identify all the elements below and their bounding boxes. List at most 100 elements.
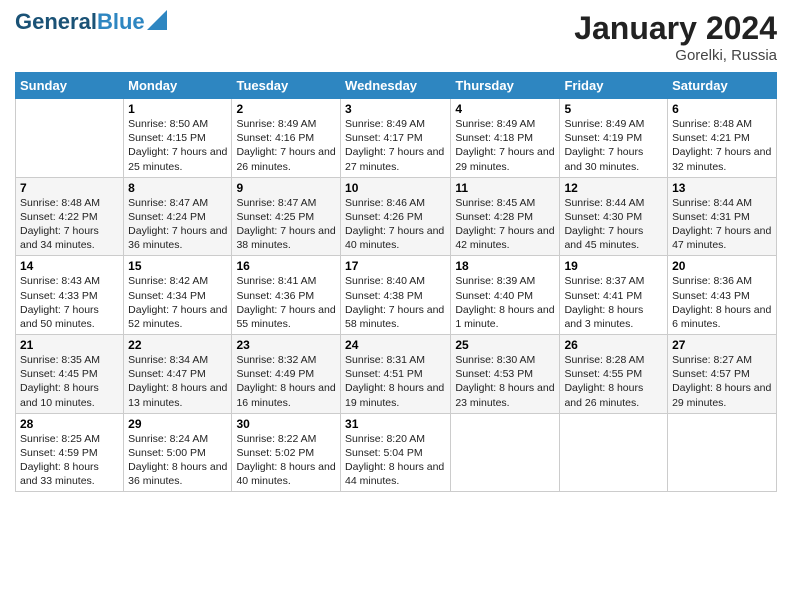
calendar-cell: 6 Sunrise: 8:48 AMSunset: 4:21 PMDaylight… (668, 99, 777, 178)
calendar-cell: 19Sunrise: 8:37 AMSunset: 4:41 PMDayligh… (560, 256, 668, 335)
date-number: 14 (20, 259, 119, 273)
date-number: 21 (20, 338, 119, 352)
date-number: 10 (345, 181, 446, 195)
date-number: 4 (455, 102, 555, 116)
title-block: January 2024 Gorelki, Russia (574, 10, 777, 64)
calendar-cell: 26 Sunrise: 8:28 AMSunset: 4:55 PMDayligh… (560, 335, 668, 414)
calendar-cell (451, 413, 560, 492)
header-tuesday: Tuesday (232, 73, 341, 99)
date-number: 6 (672, 102, 772, 116)
date-number: 5 (564, 102, 663, 116)
date-number: 16 (236, 259, 336, 273)
cell-info: Sunrise: 8:24 AMSunset: 5:00 PMDaylight:… (128, 433, 227, 488)
calendar-week-4: 28 Sunrise: 8:25 AMSunset: 4:59 PMDayligh… (16, 413, 777, 492)
calendar-title: January 2024 (574, 10, 777, 47)
header-monday: Monday (124, 73, 232, 99)
header-wednesday: Wednesday (341, 73, 451, 99)
logo: GeneralBlue (15, 10, 167, 34)
date-number: 25 (455, 338, 555, 352)
calendar-cell: 22 Sunrise: 8:34 AMSunset: 4:47 PMDayligh… (124, 335, 232, 414)
date-number: 7 (20, 181, 119, 195)
cell-info: Sunrise: 8:40 AMSunset: 4:38 PMDaylight:… (345, 275, 444, 330)
calendar-cell: 18Sunrise: 8:39 AMSunset: 4:40 PMDayligh… (451, 256, 560, 335)
header-friday: Friday (560, 73, 668, 99)
cell-info: Sunrise: 8:49 AMSunset: 4:18 PMDaylight:… (455, 118, 554, 173)
logo-text: GeneralBlue (15, 11, 145, 33)
calendar-cell: 24Sunrise: 8:31 AMSunset: 4:51 PMDayligh… (341, 335, 451, 414)
cell-info: Sunrise: 8:49 AMSunset: 4:16 PMDaylight:… (236, 118, 335, 173)
calendar-cell: 20Sunrise: 8:36 AMSunset: 4:43 PMDayligh… (668, 256, 777, 335)
date-number: 18 (455, 259, 555, 273)
date-number: 30 (236, 417, 336, 431)
date-number: 27 (672, 338, 772, 352)
calendar-cell: 4 Sunrise: 8:49 AMSunset: 4:18 PMDaylight… (451, 99, 560, 178)
page-container: GeneralBlue January 2024 Gorelki, Russia… (0, 0, 792, 502)
calendar-cell: 31 Sunrise: 8:20 AMSunset: 5:04 PMDayligh… (341, 413, 451, 492)
calendar-week-0: 1Sunrise: 8:50 AMSunset: 4:15 PMDaylight… (16, 99, 777, 178)
cell-info: Sunrise: 8:28 AMSunset: 4:55 PMDaylight:… (564, 354, 644, 409)
cell-info: Sunrise: 8:41 AMSunset: 4:36 PMDaylight:… (236, 275, 335, 330)
cell-info: Sunrise: 8:48 AMSunset: 4:22 PMDaylight:… (20, 197, 100, 252)
date-number: 13 (672, 181, 772, 195)
calendar-cell: 28 Sunrise: 8:25 AMSunset: 4:59 PMDayligh… (16, 413, 124, 492)
calendar-week-3: 21 Sunrise: 8:35 AMSunset: 4:45 PMDayligh… (16, 335, 777, 414)
cell-info: Sunrise: 8:36 AMSunset: 4:43 PMDaylight:… (672, 275, 771, 330)
cell-info: Sunrise: 8:48 AMSunset: 4:21 PMDaylight:… (672, 118, 771, 173)
cell-info: Sunrise: 8:43 AMSunset: 4:33 PMDaylight:… (20, 275, 100, 330)
calendar-cell: 15Sunrise: 8:42 AMSunset: 4:34 PMDayligh… (124, 256, 232, 335)
header-sunday: Sunday (16, 73, 124, 99)
header-saturday: Saturday (668, 73, 777, 99)
calendar-cell: 8Sunrise: 8:47 AMSunset: 4:24 PMDaylight… (124, 177, 232, 256)
cell-info: Sunrise: 8:46 AMSunset: 4:26 PMDaylight:… (345, 197, 444, 252)
cell-info: Sunrise: 8:27 AMSunset: 4:57 PMDaylight:… (672, 354, 771, 409)
date-number: 29 (128, 417, 227, 431)
cell-info: Sunrise: 8:44 AMSunset: 4:31 PMDaylight:… (672, 197, 771, 252)
calendar-cell: 2 Sunrise: 8:49 AMSunset: 4:16 PMDaylight… (232, 99, 341, 178)
cell-info: Sunrise: 8:47 AMSunset: 4:25 PMDaylight:… (236, 197, 335, 252)
calendar-cell: 16 Sunrise: 8:41 AMSunset: 4:36 PMDayligh… (232, 256, 341, 335)
calendar-cell: 21 Sunrise: 8:35 AMSunset: 4:45 PMDayligh… (16, 335, 124, 414)
calendar-cell: 30 Sunrise: 8:22 AMSunset: 5:02 PMDayligh… (232, 413, 341, 492)
cell-info: Sunrise: 8:31 AMSunset: 4:51 PMDaylight:… (345, 354, 444, 409)
cell-info: Sunrise: 8:30 AMSunset: 4:53 PMDaylight:… (455, 354, 554, 409)
calendar-cell: 3 Sunrise: 8:49 AMSunset: 4:17 PMDaylight… (341, 99, 451, 178)
header-thursday: Thursday (451, 73, 560, 99)
calendar-cell: 10 Sunrise: 8:46 AMSunset: 4:26 PMDayligh… (341, 177, 451, 256)
cell-info: Sunrise: 8:20 AMSunset: 5:04 PMDaylight:… (345, 433, 444, 488)
date-number: 31 (345, 417, 446, 431)
date-number: 2 (236, 102, 336, 116)
calendar-week-2: 14 Sunrise: 8:43 AMSunset: 4:33 PMDayligh… (16, 256, 777, 335)
date-number: 28 (20, 417, 119, 431)
calendar-cell: 13 Sunrise: 8:44 AMSunset: 4:31 PMDayligh… (668, 177, 777, 256)
cell-info: Sunrise: 8:44 AMSunset: 4:30 PMDaylight:… (564, 197, 644, 252)
date-number: 26 (564, 338, 663, 352)
cell-info: Sunrise: 8:22 AMSunset: 5:02 PMDaylight:… (236, 433, 335, 488)
calendar-cell: 9 Sunrise: 8:47 AMSunset: 4:25 PMDaylight… (232, 177, 341, 256)
calendar-header-row: Sunday Monday Tuesday Wednesday Thursday… (16, 73, 777, 99)
calendar-cell: 12Sunrise: 8:44 AMSunset: 4:30 PMDayligh… (560, 177, 668, 256)
cell-info: Sunrise: 8:25 AMSunset: 4:59 PMDaylight:… (20, 433, 100, 488)
calendar-cell: 1Sunrise: 8:50 AMSunset: 4:15 PMDaylight… (124, 99, 232, 178)
date-number: 1 (128, 102, 227, 116)
logo-icon (147, 10, 167, 30)
calendar-subtitle: Gorelki, Russia (574, 47, 777, 64)
cell-info: Sunrise: 8:49 AMSunset: 4:19 PMDaylight:… (564, 118, 644, 173)
cell-info: Sunrise: 8:49 AMSunset: 4:17 PMDaylight:… (345, 118, 444, 173)
calendar-table: Sunday Monday Tuesday Wednesday Thursday… (15, 72, 777, 492)
cell-info: Sunrise: 8:45 AMSunset: 4:28 PMDaylight:… (455, 197, 554, 252)
date-number: 22 (128, 338, 227, 352)
calendar-cell: 29 Sunrise: 8:24 AMSunset: 5:00 PMDayligh… (124, 413, 232, 492)
calendar-week-1: 7 Sunrise: 8:48 AMSunset: 4:22 PMDaylight… (16, 177, 777, 256)
cell-info: Sunrise: 8:34 AMSunset: 4:47 PMDaylight:… (128, 354, 227, 409)
date-number: 9 (236, 181, 336, 195)
date-number: 17 (345, 259, 446, 273)
calendar-cell: 14 Sunrise: 8:43 AMSunset: 4:33 PMDayligh… (16, 256, 124, 335)
calendar-cell: 23Sunrise: 8:32 AMSunset: 4:49 PMDayligh… (232, 335, 341, 414)
cell-info: Sunrise: 8:35 AMSunset: 4:45 PMDaylight:… (20, 354, 100, 409)
calendar-cell: 5 Sunrise: 8:49 AMSunset: 4:19 PMDaylight… (560, 99, 668, 178)
date-number: 19 (564, 259, 663, 273)
date-number: 3 (345, 102, 446, 116)
page-header: GeneralBlue January 2024 Gorelki, Russia (15, 10, 777, 64)
date-number: 11 (455, 181, 555, 195)
calendar-cell: 25 Sunrise: 8:30 AMSunset: 4:53 PMDayligh… (451, 335, 560, 414)
